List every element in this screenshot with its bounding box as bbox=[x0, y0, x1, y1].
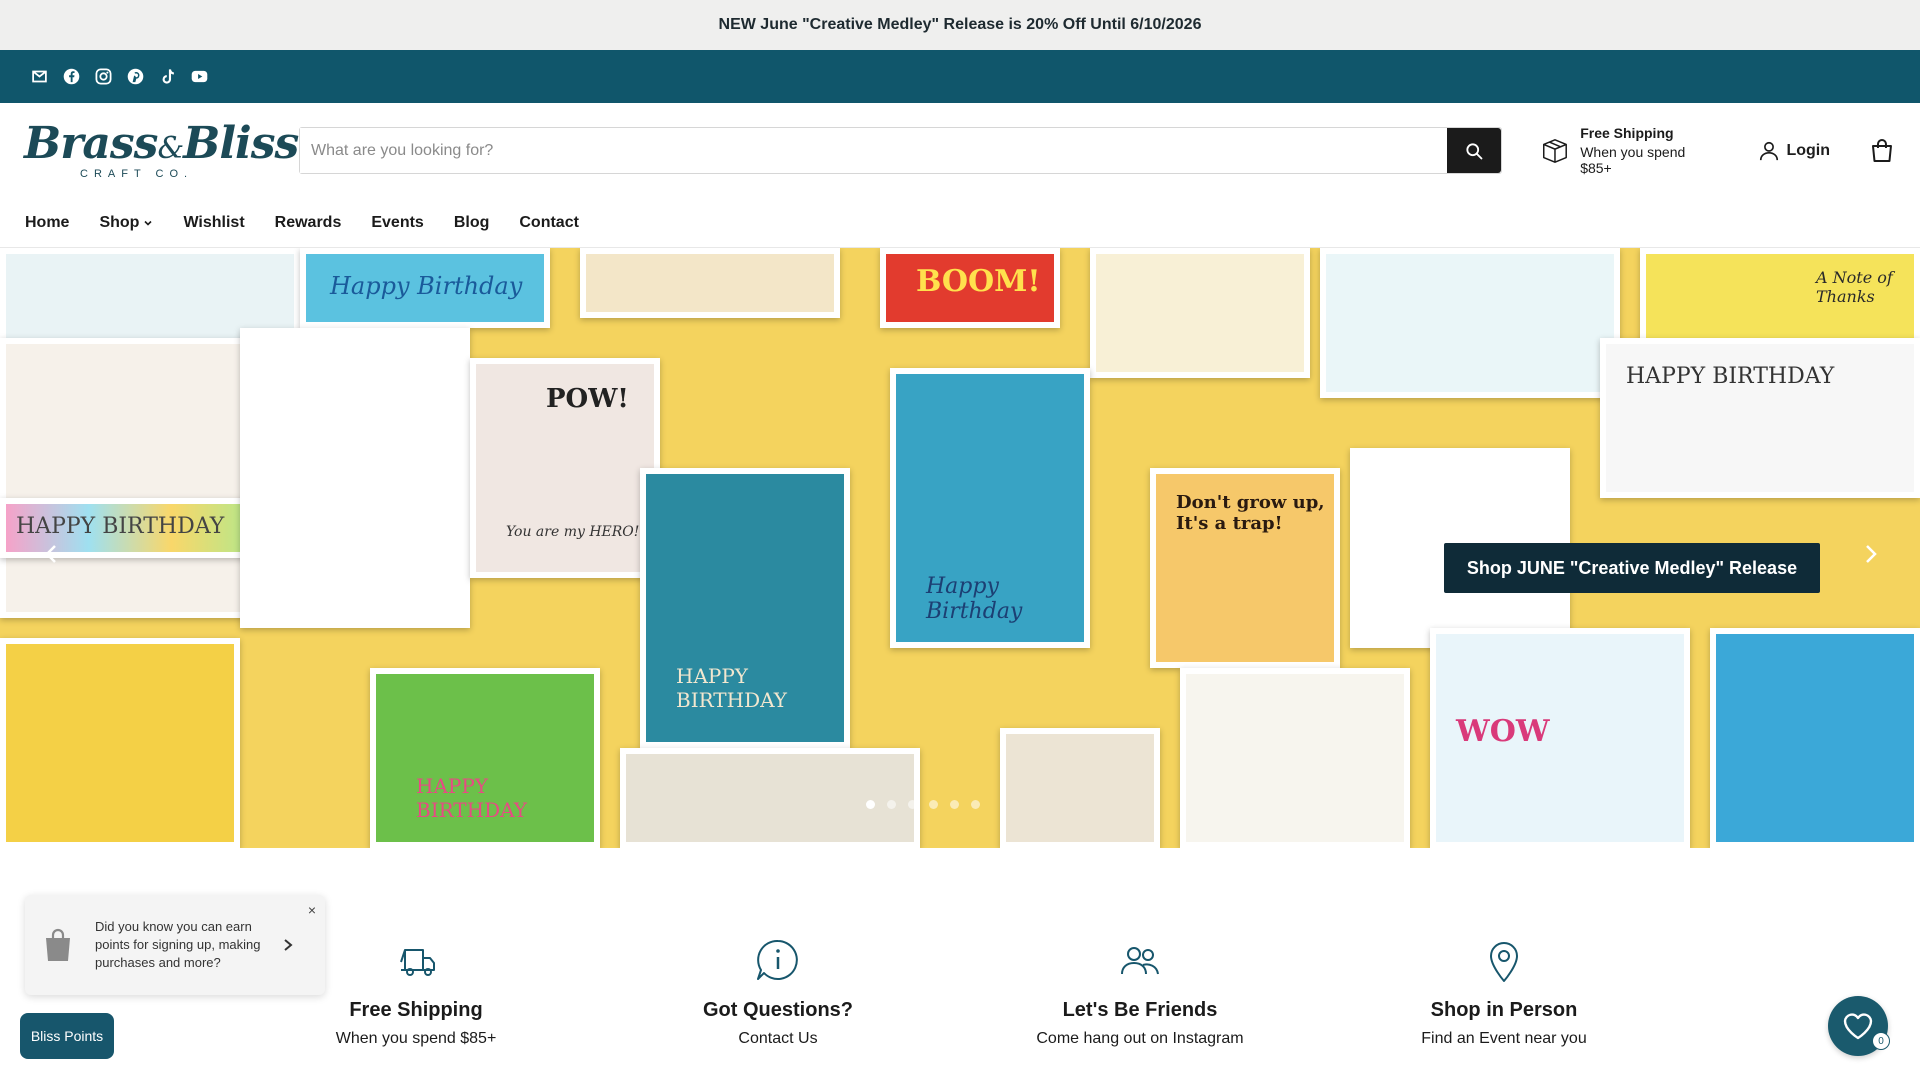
feature-in-person[interactable]: Shop in Person Find an Event near you bbox=[1344, 936, 1664, 1048]
instagram-icon[interactable] bbox=[94, 68, 112, 86]
feature-subtitle: Contact Us bbox=[738, 1030, 818, 1047]
card-image bbox=[0, 338, 280, 618]
card-image: Happy Birthday bbox=[890, 368, 1090, 648]
map-pin-icon bbox=[1490, 942, 1518, 982]
rewards-popup[interactable]: Did you know you can earn points for sig… bbox=[25, 895, 325, 995]
logo-subtitle: CRAFT CO. bbox=[80, 167, 194, 180]
feature-title: Free Shipping bbox=[349, 999, 483, 1021]
card-image: WOW bbox=[1430, 628, 1690, 848]
info-bubble-icon bbox=[757, 939, 798, 980]
feature-title: Got Questions? bbox=[703, 999, 853, 1021]
announcement-bar: NEW June "Creative Medley" Release is 20… bbox=[0, 0, 1920, 50]
nav-home[interactable]: Home bbox=[25, 214, 69, 232]
logo-wordmark: Brass&Bliss bbox=[24, 117, 299, 169]
users-icon bbox=[1121, 947, 1159, 975]
announcement-text: NEW June "Creative Medley" Release is 20… bbox=[718, 16, 1202, 33]
login-label: Login bbox=[1786, 141, 1831, 159]
chevron-right-icon[interactable] bbox=[281, 938, 295, 952]
shop-release-button[interactable]: Shop JUNE "Creative Medley" Release bbox=[1444, 543, 1820, 593]
close-icon[interactable]: × bbox=[308, 902, 316, 918]
card-image bbox=[1320, 248, 1620, 398]
social-bar bbox=[0, 50, 1920, 103]
card-image: Don't grow up, It's a trap! bbox=[1150, 468, 1340, 668]
nav-rewards[interactable]: Rewards bbox=[275, 214, 342, 232]
next-slide-arrow[interactable] bbox=[1852, 536, 1888, 572]
box-icon bbox=[1543, 138, 1568, 163]
card-image bbox=[240, 328, 470, 628]
shopping-bag-icon bbox=[46, 928, 70, 961]
feature-title: Let's Be Friends bbox=[1062, 999, 1218, 1021]
hero-slideshow[interactable]: Happy Birthday BOOM! A Note of Thanks HA… bbox=[0, 248, 1920, 848]
chevron-down-icon bbox=[144, 220, 153, 226]
wishlist-count: 0 bbox=[1872, 1032, 1890, 1050]
user-icon bbox=[1760, 141, 1779, 160]
feature-subtitle: Come hang out on Instagram bbox=[1036, 1030, 1244, 1047]
brand-logo[interactable]: Brass&Bliss CRAFT CO. bbox=[24, 117, 299, 183]
feature-title: Shop in Person bbox=[1430, 999, 1578, 1021]
prev-slide-arrow[interactable] bbox=[34, 536, 70, 572]
site-header: Brass&Bliss CRAFT CO. Free Shipping When… bbox=[0, 103, 1920, 198]
pinterest-icon[interactable] bbox=[126, 68, 144, 86]
main-nav: Home Shop Wishlist Rewards Events Blog C… bbox=[0, 198, 1920, 248]
feature-friends[interactable]: Let's Be Friends Come hang out on Instag… bbox=[980, 936, 1300, 1048]
nav-blog[interactable]: Blog bbox=[454, 214, 490, 232]
card-image bbox=[580, 248, 840, 318]
card-image: POW! You are my HERO! bbox=[470, 358, 660, 578]
feature-subtitle: When you spend $85+ bbox=[335, 1030, 497, 1047]
search-input[interactable] bbox=[300, 128, 1448, 173]
popup-text: Did you know you can earn points for sig… bbox=[95, 919, 261, 970]
chevron-right-icon bbox=[1866, 545, 1877, 563]
search-icon bbox=[1466, 142, 1483, 159]
card-image: BOOM! bbox=[880, 248, 1060, 328]
bliss-points-button[interactable]: Bliss Points bbox=[20, 1013, 114, 1059]
slide-dot[interactable] bbox=[971, 800, 980, 809]
facebook-icon[interactable] bbox=[62, 68, 80, 86]
slide-dot[interactable] bbox=[887, 800, 896, 809]
card-image bbox=[1000, 728, 1160, 848]
shipping-title: Free Shipping bbox=[1580, 125, 1674, 141]
slide-dot[interactable] bbox=[908, 800, 917, 809]
cart-icon[interactable] bbox=[1868, 137, 1896, 165]
nav-contact[interactable]: Contact bbox=[519, 214, 579, 232]
nav-shop[interactable]: Shop bbox=[99, 214, 153, 232]
card-image: HAPPY BIRTHDAY bbox=[640, 468, 850, 748]
search-button[interactable] bbox=[1447, 128, 1502, 173]
card-image bbox=[0, 638, 240, 848]
nav-events[interactable]: Events bbox=[371, 214, 423, 232]
login-link[interactable]: Login bbox=[1758, 140, 1830, 162]
email-icon[interactable] bbox=[30, 68, 48, 86]
card-image bbox=[1710, 628, 1920, 848]
slide-dot[interactable] bbox=[929, 800, 938, 809]
search-bar bbox=[299, 127, 1503, 174]
tiktok-icon[interactable] bbox=[158, 68, 176, 86]
card-image: Happy Birthday bbox=[300, 248, 550, 328]
chevron-left-icon bbox=[45, 545, 56, 563]
shipping-subtitle: When you spend $85+ bbox=[1580, 144, 1686, 176]
slide-dot[interactable] bbox=[866, 800, 875, 809]
slide-dot[interactable] bbox=[950, 800, 959, 809]
feature-subtitle: Find an Event near you bbox=[1421, 1030, 1587, 1047]
card-image: HAPPY BIRTHDAY bbox=[370, 668, 600, 848]
card-image: HAPPY BIRTHDAY bbox=[1600, 338, 1920, 498]
feature-questions[interactable]: Got Questions? Contact Us bbox=[618, 936, 938, 1048]
card-image bbox=[1090, 248, 1310, 378]
truck-icon bbox=[400, 949, 435, 976]
nav-wishlist[interactable]: Wishlist bbox=[183, 214, 244, 232]
card-image bbox=[620, 748, 920, 848]
youtube-icon[interactable] bbox=[190, 68, 208, 86]
heart-icon bbox=[1843, 1013, 1873, 1040]
slide-indicators bbox=[866, 800, 980, 809]
card-image bbox=[1180, 668, 1410, 848]
wishlist-fab[interactable]: 0 bbox=[1828, 996, 1890, 1056]
shipping-info: Free Shipping When you spend $85+ bbox=[1540, 125, 1720, 176]
